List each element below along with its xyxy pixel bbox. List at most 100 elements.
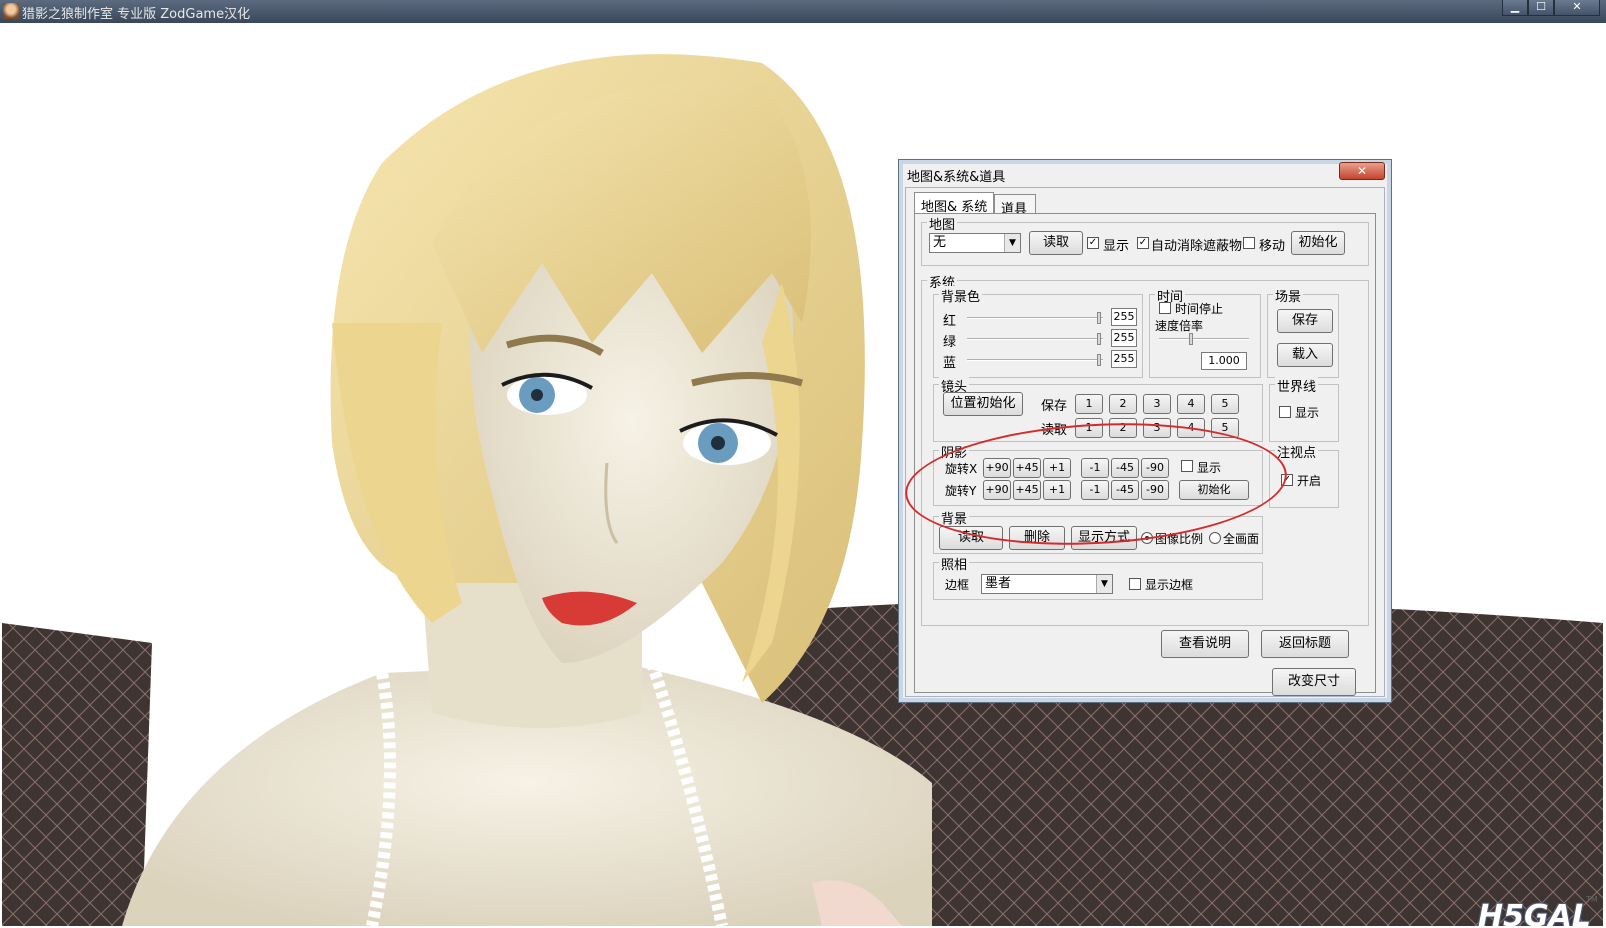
camera-read-slot-2[interactable]: 2 — [1109, 418, 1137, 438]
green-slider[interactable] — [967, 333, 1103, 345]
map-show-checkbox[interactable]: ✓ — [1087, 237, 1099, 249]
speed-slider[interactable] — [1159, 333, 1249, 345]
map-select[interactable]: 无 ▼ — [929, 233, 1021, 253]
red-slider[interactable] — [967, 312, 1103, 324]
show-frame-label: 显示边框 — [1145, 578, 1194, 592]
back-to-title-button[interactable]: 返回标题 — [1261, 630, 1349, 658]
rotate-x-minus90-button[interactable]: -90 — [1141, 458, 1169, 478]
red-value[interactable]: 255 — [1111, 308, 1137, 326]
rotate-y-label: 旋转Y — [945, 484, 977, 498]
dialog-body: 地图& 系统 道具 地图 无 ▼ 读取 ✓ 显示 ✓ 自动消除遮蔽物 移动 初始… — [905, 187, 1385, 697]
dialog-close-button[interactable]: ✕ — [1339, 162, 1385, 180]
show-frame-checkbox[interactable] — [1129, 578, 1141, 590]
camera-save-slot-5[interactable]: 5 — [1211, 394, 1239, 414]
worldline-group-label: 世界线 — [1275, 376, 1319, 395]
gaze-enable-checkbox[interactable]: ✓ — [1281, 474, 1293, 486]
rotate-x-minus1-button[interactable]: -1 — [1081, 458, 1109, 478]
time-stop-label: 时间停止 — [1175, 302, 1224, 316]
map-select-value: 无 — [933, 235, 947, 250]
worldline-show-label: 显示 — [1295, 406, 1320, 420]
camera-read-slot-1[interactable]: 1 — [1075, 418, 1103, 438]
rotate-y-plus90-button[interactable]: +90 — [983, 480, 1011, 500]
rotate-x-plus45-button[interactable]: +45 — [1013, 458, 1041, 478]
watermark-tm: TM — [1586, 895, 1598, 904]
green-value[interactable]: 255 — [1111, 329, 1137, 347]
minimize-button[interactable]: ▁ — [1502, 0, 1528, 16]
frame-select[interactable]: 墨者 ▼ — [981, 574, 1113, 594]
rotate-x-plus90-button[interactable]: +90 — [983, 458, 1011, 478]
camera-init-button[interactable]: 位置初始化 — [943, 392, 1023, 416]
camera-save-slot-4[interactable]: 4 — [1177, 394, 1205, 414]
blue-value[interactable]: 255 — [1111, 350, 1137, 368]
chevron-down-icon: ▼ — [1004, 234, 1020, 252]
map-read-button[interactable]: 读取 — [1029, 231, 1083, 255]
full-screen-label: 全画面 — [1223, 532, 1260, 546]
rotate-x-minus45-button[interactable]: -45 — [1111, 458, 1139, 478]
shadow-show-checkbox[interactable] — [1181, 460, 1193, 472]
rotate-y-minus1-button[interactable]: -1 — [1081, 480, 1109, 500]
window-title: 猎影之狼制作室 专业版 ZodGame汉化 — [22, 7, 251, 22]
maximize-button[interactable]: ☐ — [1528, 0, 1554, 16]
window-title-bar: 猎影之狼制作室 专业版 ZodGame汉化 ▁ ☐ ✕ — [0, 0, 1606, 23]
background-group-label: 背景 — [939, 508, 970, 527]
camera-read-slot-5[interactable]: 5 — [1211, 418, 1239, 438]
app-icon — [3, 3, 19, 19]
tab-items[interactable]: 道具 — [994, 194, 1036, 217]
red-label: 红 — [943, 314, 957, 329]
chevron-down-icon: ▼ — [1096, 575, 1112, 593]
resize-button[interactable]: 改变尺寸 — [1272, 668, 1356, 696]
close-window-button[interactable]: ✕ — [1554, 0, 1600, 16]
frame-select-value: 墨者 — [985, 576, 1012, 591]
photo-group-label: 照相 — [939, 554, 970, 573]
time-stop-checkbox[interactable] — [1159, 302, 1171, 314]
rotate-y-minus45-button[interactable]: -45 — [1111, 480, 1139, 500]
tab-map-system[interactable]: 地图& 系统 — [914, 192, 994, 215]
scene-load-button[interactable]: 载入 — [1277, 343, 1333, 367]
map-group-label: 地图 — [927, 214, 958, 233]
blue-slider[interactable] — [967, 354, 1103, 366]
background-read-button[interactable]: 读取 — [939, 526, 1003, 550]
rotate-y-plus45-button[interactable]: +45 — [1013, 480, 1041, 500]
camera-read-slot-3[interactable]: 3 — [1143, 418, 1171, 438]
tab-panel-map-system: 地图 无 ▼ 读取 ✓ 显示 ✓ 自动消除遮蔽物 移动 初始化 系统 背景色 红… — [914, 213, 1376, 693]
shadow-group-label: 阴影 — [939, 442, 970, 461]
worldline-show-checkbox[interactable] — [1279, 406, 1291, 418]
help-button[interactable]: 查看说明 — [1161, 630, 1249, 658]
gaze-group-label: 注视点 — [1275, 442, 1319, 461]
camera-save-slot-1[interactable]: 1 — [1075, 394, 1103, 414]
map-system-items-dialog: 地图&系统&道具 ✕ 地图& 系统 道具 地图 无 ▼ 读取 ✓ 显示 ✓ 自动… — [898, 159, 1392, 703]
sofa-left — [2, 623, 152, 926]
camera-read-label: 读取 — [1041, 423, 1068, 438]
green-label: 绿 — [943, 335, 957, 350]
camera-save-label: 保存 — [1041, 399, 1068, 414]
background-delete-button[interactable]: 删除 — [1009, 526, 1065, 550]
map-init-button[interactable]: 初始化 — [1291, 231, 1345, 255]
minimize-icon: ▁ — [1510, 0, 1520, 13]
rotate-y-minus90-button[interactable]: -90 — [1141, 480, 1169, 500]
speed-value[interactable]: 1.000 — [1201, 352, 1247, 370]
watermark-logo: H5GAL — [1478, 899, 1591, 926]
scene-save-button[interactable]: 保存 — [1277, 309, 1333, 333]
auto-remove-label: 自动消除遮蔽物 — [1151, 239, 1243, 254]
speed-slider-thumb[interactable] — [1189, 333, 1193, 345]
camera-save-slot-3[interactable]: 3 — [1143, 394, 1171, 414]
full-screen-radio[interactable] — [1209, 532, 1221, 544]
display-mode-button[interactable]: 显示方式 — [1071, 526, 1137, 550]
bgcolor-group-label: 背景色 — [939, 286, 983, 305]
shadow-show-label: 显示 — [1197, 461, 1222, 475]
speed-label: 速度倍率 — [1155, 319, 1204, 333]
green-slider-thumb[interactable] — [1097, 333, 1101, 345]
close-icon: ✕ — [1356, 164, 1368, 178]
image-ratio-radio[interactable] — [1141, 532, 1153, 544]
red-slider-thumb[interactable] — [1097, 312, 1101, 324]
blue-slider-thumb[interactable] — [1097, 354, 1101, 366]
camera-save-slot-2[interactable]: 2 — [1109, 394, 1137, 414]
camera-read-slot-4[interactable]: 4 — [1177, 418, 1205, 438]
rotate-x-plus1-button[interactable]: +1 — [1043, 458, 1071, 478]
auto-remove-checkbox[interactable]: ✓ — [1137, 237, 1149, 249]
dialog-title: 地图&系统&道具 — [907, 170, 1006, 185]
close-icon: ✕ — [1572, 0, 1582, 13]
shadow-init-button[interactable]: 初始化 — [1179, 480, 1249, 500]
rotate-y-plus1-button[interactable]: +1 — [1043, 480, 1071, 500]
map-move-checkbox[interactable] — [1243, 237, 1255, 249]
